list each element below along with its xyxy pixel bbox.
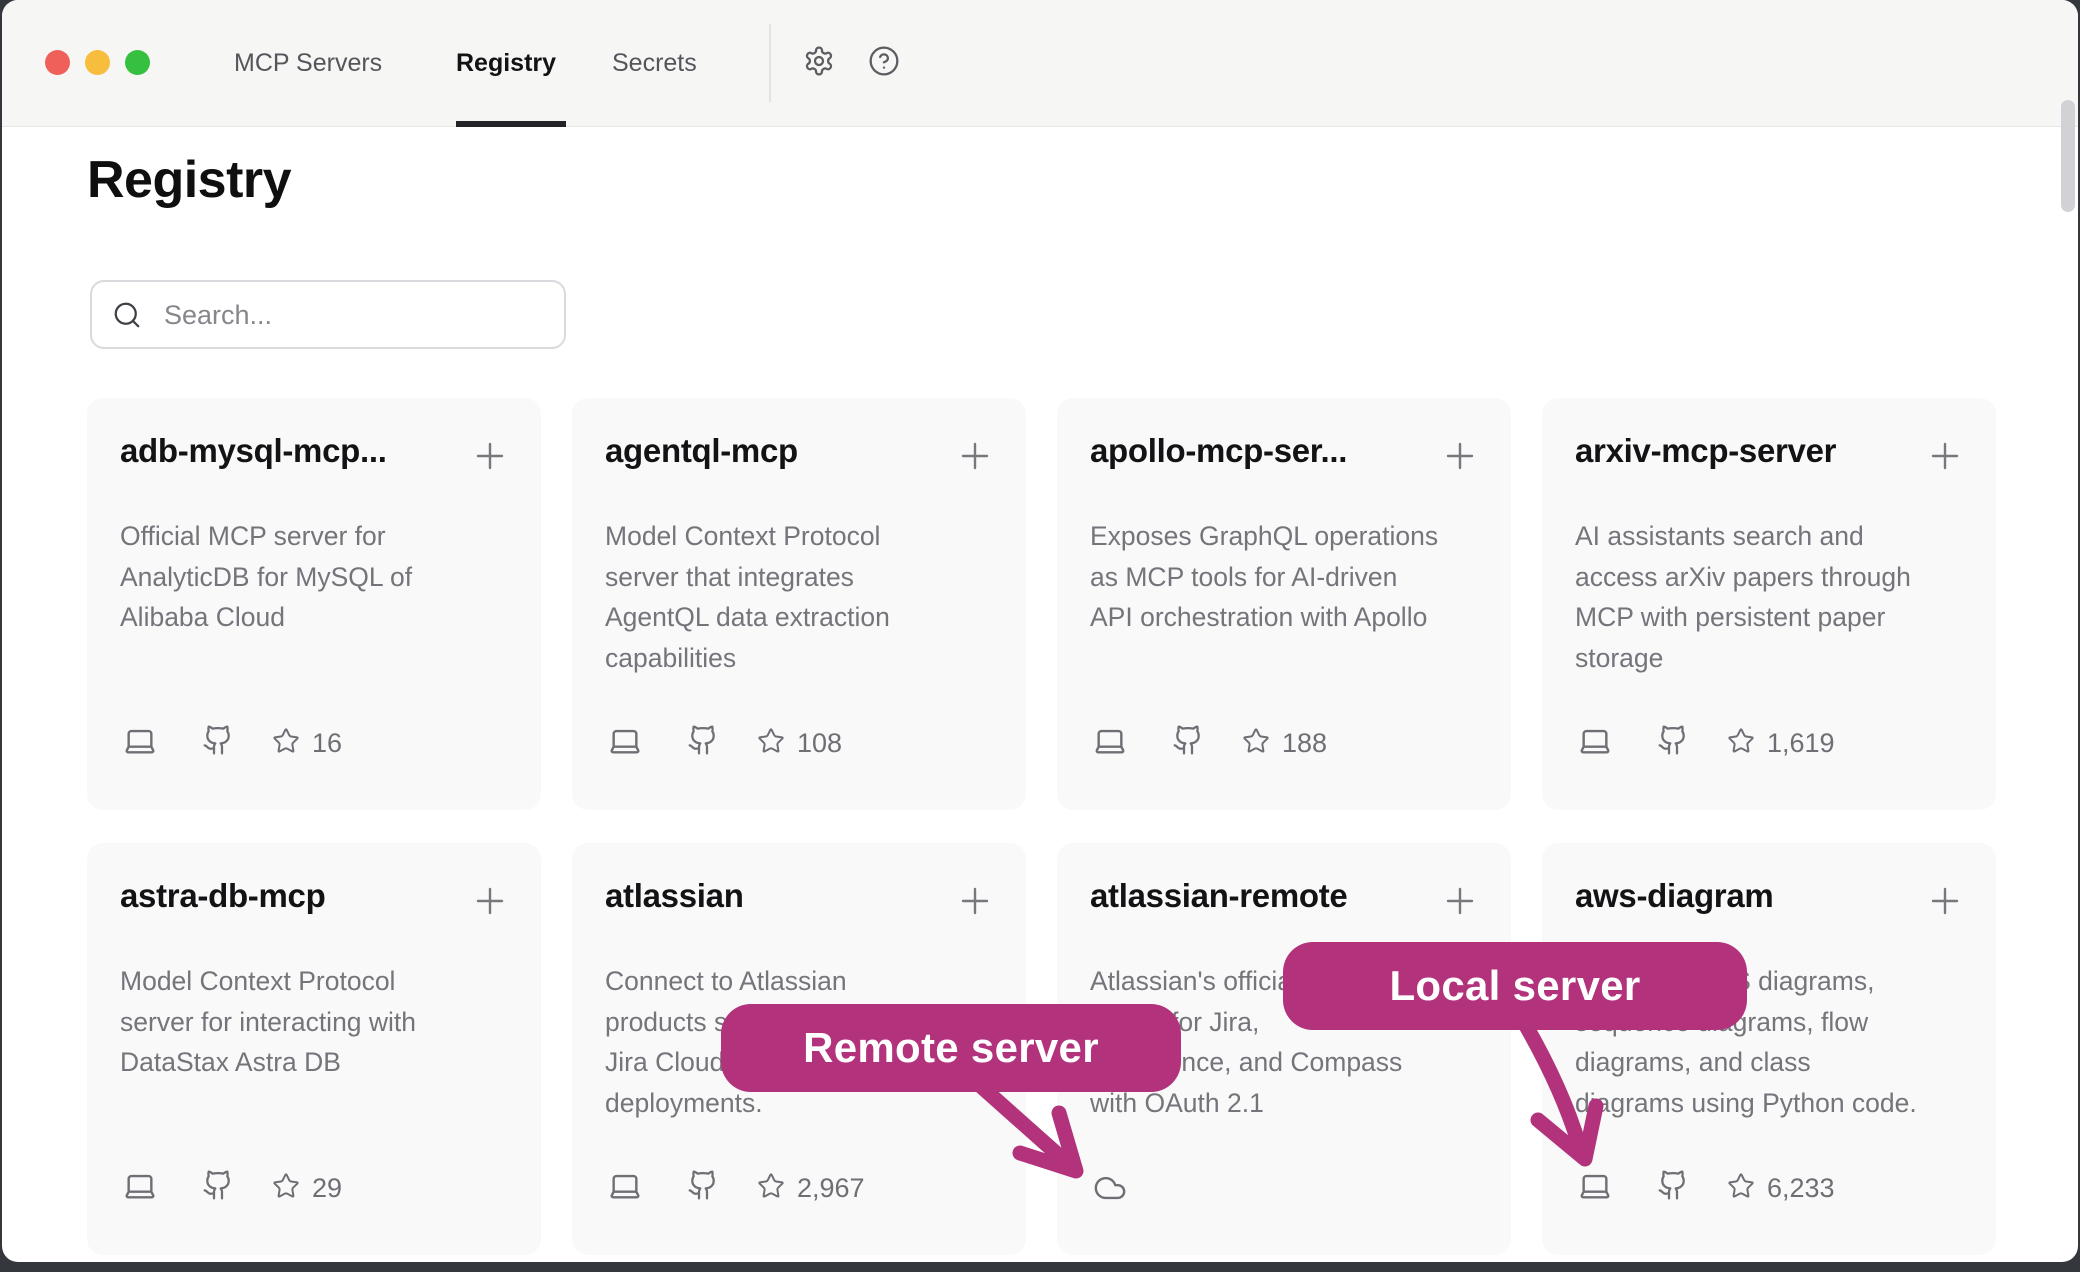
tab-secrets-label: Secrets bbox=[612, 49, 697, 78]
page-title: Registry bbox=[87, 150, 291, 210]
github-icon bbox=[687, 724, 719, 761]
laptop-icon bbox=[1577, 724, 1613, 763]
star-count: 108 bbox=[797, 728, 842, 759]
server-name: aws-diagram bbox=[1575, 877, 1773, 915]
tab-mcp-servers[interactable]: MCP Servers bbox=[234, 0, 382, 126]
search-input[interactable] bbox=[162, 284, 546, 346]
star-icon bbox=[1727, 1172, 1755, 1205]
server-name: atlassian bbox=[605, 877, 744, 915]
star-icon bbox=[757, 1172, 785, 1205]
active-tab-underline bbox=[456, 121, 566, 127]
laptop-icon bbox=[1092, 724, 1128, 763]
card-footer: 1,619 bbox=[1577, 724, 1987, 766]
server-description: Official MCP server for AnalyticDB for M… bbox=[120, 516, 412, 638]
card-footer: 16 bbox=[122, 724, 532, 766]
add-server-button[interactable] bbox=[957, 438, 993, 474]
traffic-light-zoom[interactable] bbox=[125, 50, 150, 75]
server-name: atlassian-remote bbox=[1090, 877, 1347, 915]
app-window: MCP Servers Registry Secrets Registry bbox=[2, 0, 2078, 1262]
card-footer: 108 bbox=[607, 724, 1017, 766]
server-name: arxiv-mcp-server bbox=[1575, 432, 1836, 470]
server-description: Exposes GraphQL operations as MCP tools … bbox=[1090, 516, 1438, 638]
laptop-icon bbox=[1577, 1169, 1613, 1208]
add-server-button[interactable] bbox=[957, 883, 993, 919]
add-server-button[interactable] bbox=[472, 883, 508, 919]
server-name: apollo-mcp-ser... bbox=[1090, 432, 1347, 470]
search-icon bbox=[112, 300, 142, 335]
server-card-astra-db-mcp[interactable]: astra-db-mcp Model Context Protocol serv… bbox=[87, 843, 541, 1255]
github-icon bbox=[1657, 1169, 1689, 1206]
server-card-apollo-mcp-server[interactable]: apollo-mcp-ser... Exposes GraphQL operat… bbox=[1057, 398, 1511, 810]
star-count: 6,233 bbox=[1767, 1173, 1835, 1204]
tab-registry[interactable]: Registry bbox=[456, 0, 556, 126]
local-server-callout-label: Local server bbox=[1389, 962, 1640, 1010]
github-icon bbox=[687, 1169, 719, 1206]
traffic-light-close[interactable] bbox=[45, 50, 70, 75]
card-footer: 188 bbox=[1092, 724, 1502, 766]
titlebar: MCP Servers Registry Secrets bbox=[2, 0, 2078, 127]
server-name: agentql-mcp bbox=[605, 432, 798, 470]
card-footer: 2,967 bbox=[607, 1169, 1017, 1211]
laptop-icon bbox=[122, 1169, 158, 1208]
cloud-icon bbox=[1090, 1171, 1130, 1210]
remote-server-callout: Remote server bbox=[721, 1004, 1181, 1092]
star-icon bbox=[1242, 727, 1270, 760]
star-count: 1,619 bbox=[1767, 728, 1835, 759]
server-card-aws-diagram[interactable]: aws-diagram Generate AWS diagrams, seque… bbox=[1542, 843, 1996, 1255]
github-icon bbox=[202, 724, 234, 761]
server-description: Model Context Protocol server that integ… bbox=[605, 516, 890, 678]
card-footer: 29 bbox=[122, 1169, 532, 1211]
vertical-scrollbar-thumb[interactable] bbox=[2061, 100, 2075, 212]
tab-registry-label: Registry bbox=[456, 49, 556, 78]
github-icon bbox=[202, 1169, 234, 1206]
server-description: Model Context Protocol server for intera… bbox=[120, 961, 416, 1083]
server-name: astra-db-mcp bbox=[120, 877, 325, 915]
remote-server-callout-label: Remote server bbox=[803, 1024, 1099, 1072]
titlebar-divider bbox=[769, 24, 771, 102]
tab-mcp-servers-label: MCP Servers bbox=[234, 49, 382, 78]
server-card-arxiv-mcp-server[interactable]: arxiv-mcp-server AI assistants search an… bbox=[1542, 398, 1996, 810]
laptop-icon bbox=[607, 1169, 643, 1208]
star-count: 29 bbox=[312, 1173, 342, 1204]
star-count: 188 bbox=[1282, 728, 1327, 759]
star-icon bbox=[1727, 727, 1755, 760]
settings-gear-icon[interactable] bbox=[803, 45, 835, 77]
help-icon[interactable] bbox=[868, 45, 900, 77]
local-server-callout: Local server bbox=[1283, 942, 1747, 1030]
tab-secrets[interactable]: Secrets bbox=[612, 0, 697, 126]
add-server-button[interactable] bbox=[472, 438, 508, 474]
laptop-icon bbox=[607, 724, 643, 763]
server-card-adb-mysql-mcp[interactable]: adb-mysql-mcp... Official MCP server for… bbox=[87, 398, 541, 810]
star-count: 16 bbox=[312, 728, 342, 759]
add-server-button[interactable] bbox=[1927, 883, 1963, 919]
add-server-button[interactable] bbox=[1442, 883, 1478, 919]
server-description: AI assistants search and access arXiv pa… bbox=[1575, 516, 1911, 678]
card-footer bbox=[1092, 1169, 1502, 1211]
star-icon bbox=[272, 1172, 300, 1205]
github-icon bbox=[1657, 724, 1689, 761]
laptop-icon bbox=[122, 724, 158, 763]
search-box[interactable] bbox=[90, 280, 566, 349]
github-icon bbox=[1172, 724, 1204, 761]
add-server-button[interactable] bbox=[1927, 438, 1963, 474]
star-count: 2,967 bbox=[797, 1173, 865, 1204]
server-card-agentql-mcp[interactable]: agentql-mcp Model Context Protocol serve… bbox=[572, 398, 1026, 810]
server-name: adb-mysql-mcp... bbox=[120, 432, 387, 470]
card-footer: 6,233 bbox=[1577, 1169, 1987, 1211]
add-server-button[interactable] bbox=[1442, 438, 1478, 474]
traffic-light-minimize[interactable] bbox=[85, 50, 110, 75]
star-icon bbox=[757, 727, 785, 760]
star-icon bbox=[272, 727, 300, 760]
